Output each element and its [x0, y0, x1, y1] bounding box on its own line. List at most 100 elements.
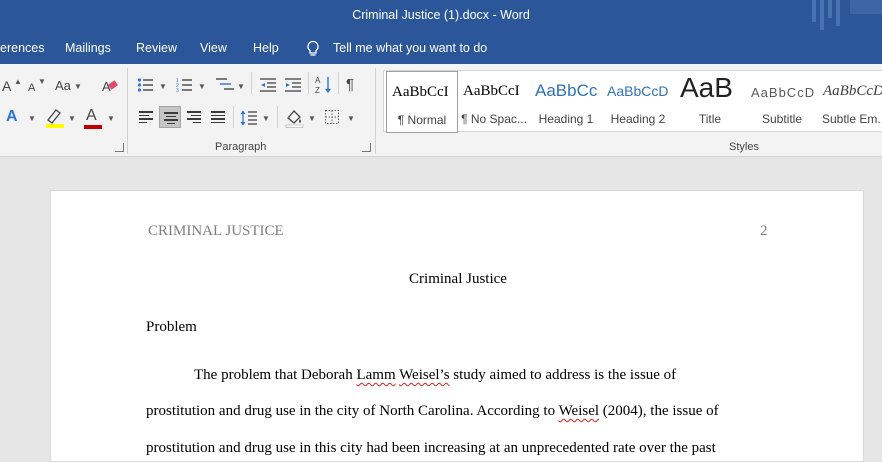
divider [338, 72, 339, 94]
title-bar-pattern-decoration [812, 0, 882, 30]
font-color-button[interactable]: A [86, 108, 97, 124]
title-bar: Criminal Justice (1).docx - Word [0, 0, 882, 34]
decrease-indent-icon[interactable] [259, 77, 277, 93]
divider [277, 106, 278, 128]
chevron-down-icon[interactable]: ▼ [198, 82, 206, 91]
page-number: 2 [760, 223, 768, 239]
group-separator [127, 68, 128, 154]
style-preview: AaBbCcD [823, 83, 882, 99]
align-right-button[interactable] [183, 106, 205, 128]
tab-view[interactable]: View [200, 41, 227, 55]
style-preview: AaBbCcI [463, 83, 520, 99]
style-name: Heading 1 [538, 112, 594, 126]
line-spacing-icon[interactable] [240, 109, 258, 127]
chevron-down-icon[interactable]: ▼ [347, 114, 355, 123]
tab-review[interactable]: Review [136, 41, 177, 55]
style-name: Subtitle [761, 112, 803, 126]
body-line: prostitution and drug use in this city h… [146, 440, 716, 456]
style-preview: AaBbCcD [607, 83, 669, 99]
grow-font-button[interactable]: A [2, 78, 11, 94]
bullets-icon[interactable] [137, 77, 155, 93]
tell-me-search[interactable]: Tell me what you want to do [333, 41, 487, 55]
body-line: The problem that Deborah Lamm Weisel’s s… [194, 367, 676, 384]
section-heading: Problem [146, 319, 197, 335]
style-heading-2[interactable]: AaBbCcD Heading 2 [602, 71, 674, 133]
show-formatting-marks-button[interactable]: ¶ [346, 77, 354, 93]
chevron-down-icon[interactable]: ▼ [308, 114, 316, 123]
styles-group-label: Styles [729, 141, 759, 153]
style-no-spacing[interactable]: AaBbCcI ¶ No Spac... [458, 71, 530, 133]
misspelled-word[interactable]: Weisel’s [399, 367, 449, 383]
ribbon-tabs: erences Mailings Review View Help Tell m… [0, 34, 882, 64]
misspelled-word[interactable]: Lamm [356, 367, 395, 383]
text-run: The problem that Deborah [194, 367, 357, 383]
paragraph-dialog-launcher[interactable] [362, 143, 371, 152]
justify-icon [211, 111, 225, 123]
style-preview: AaBbCcI [392, 84, 449, 100]
chevron-down-icon[interactable]: ▼ [159, 82, 167, 91]
style-name: ¶ Normal [397, 113, 447, 127]
svg-text:A: A [315, 76, 321, 85]
caret-down-small-icon: ▼ [38, 77, 46, 86]
style-heading-1[interactable]: AaBbCc Heading 1 [530, 71, 602, 133]
misspelled-word[interactable]: Weisel [559, 403, 599, 419]
align-center-button[interactable] [159, 106, 181, 128]
shrink-font-button[interactable]: A [28, 80, 35, 96]
chevron-down-icon[interactable]: ▼ [237, 82, 245, 91]
divider [308, 72, 309, 94]
body-line: prostitution and drug use in the city of… [146, 403, 719, 420]
style-name: Heading 2 [610, 112, 666, 126]
shading-bucket-icon[interactable] [285, 108, 305, 128]
style-title[interactable]: AaB Title [674, 71, 746, 133]
document-page[interactable]: CRIMINAL JUSTICE 2 Criminal Justice Prob… [50, 190, 864, 462]
document-title: Criminal Justice [409, 271, 507, 287]
style-name: ¶ No Spac... [461, 112, 527, 126]
text-run: prostitution and drug use in the city of… [146, 403, 559, 419]
font-dialog-launcher[interactable] [115, 143, 124, 152]
divider [251, 72, 252, 94]
align-left-button[interactable] [135, 106, 157, 128]
clear-formatting-icon[interactable]: A [101, 78, 119, 94]
tab-mailings[interactable]: Mailings [65, 41, 111, 55]
svg-text:3: 3 [176, 88, 179, 93]
ribbon: A ▲ A ▼ Aa ▼ A A ▼ ▼ A ▼ ▼ 1 2 3 ▼ ▼ A Z… [0, 64, 882, 157]
increase-indent-icon[interactable] [284, 77, 302, 93]
align-right-icon [187, 111, 201, 123]
style-subtitle[interactable]: AaBbCcD Subtitle [746, 71, 818, 133]
style-name: Subtle Em... [822, 112, 882, 126]
divider [233, 106, 234, 128]
page-header-running-head: CRIMINAL JUSTICE [148, 223, 284, 239]
window-title: Criminal Justice (1).docx - Word [352, 8, 530, 22]
tab-references[interactable]: erences [0, 41, 44, 55]
style-subtle-emphasis[interactable]: AaBbCcD Subtle Em... [818, 71, 882, 133]
style-name: Title [698, 112, 722, 126]
paragraph-group-label: Paragraph [215, 141, 267, 153]
styles-gallery: AaBbCcI ¶ Normal AaBbCcI ¶ No Spac... Aa… [383, 70, 882, 133]
numbering-icon[interactable]: 1 2 3 [176, 77, 194, 93]
justify-button[interactable] [207, 106, 229, 128]
text-run: study aimed to address is the issue of [449, 367, 677, 383]
svg-text:Z: Z [315, 86, 320, 95]
font-color-swatch [84, 125, 102, 129]
tab-help[interactable]: Help [253, 41, 279, 55]
chevron-down-icon[interactable]: ▼ [68, 114, 76, 123]
style-preview: AaBbCcD [751, 85, 816, 100]
chevron-down-icon[interactable]: ▼ [107, 114, 115, 123]
style-preview: AaB [680, 72, 733, 103]
group-separator [375, 68, 376, 154]
text-run: (2004), the issue of [599, 403, 719, 419]
align-left-icon [139, 111, 153, 123]
chevron-down-icon[interactable]: ▼ [74, 82, 82, 91]
highlight-pen-icon[interactable] [44, 107, 66, 129]
multilevel-list-icon[interactable] [215, 77, 235, 93]
lightbulb-icon[interactable] [305, 40, 321, 58]
caret-up-icon: ▲ [14, 77, 22, 86]
chevron-down-icon[interactable]: ▼ [262, 114, 270, 123]
sort-icon[interactable]: A Z [315, 75, 333, 95]
style-preview: AaBbCc [535, 81, 598, 100]
change-case-button[interactable]: Aa [55, 78, 71, 94]
style-normal[interactable]: AaBbCcI ¶ Normal [386, 71, 458, 133]
borders-icon[interactable] [324, 109, 340, 125]
chevron-down-icon[interactable]: ▼ [28, 114, 36, 123]
text-effects-button[interactable]: A [6, 109, 18, 125]
